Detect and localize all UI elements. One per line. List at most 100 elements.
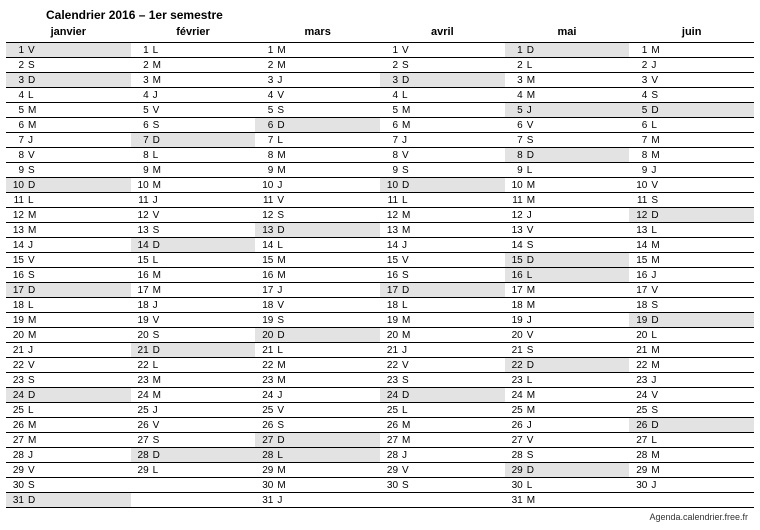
day-number: 12 bbox=[629, 210, 651, 221]
page-title: Calendrier 2016 – 1er semestre bbox=[6, 8, 754, 24]
day-number: 29 bbox=[629, 465, 651, 476]
day-row: 28S bbox=[505, 447, 630, 462]
day-weekday: S bbox=[527, 240, 539, 251]
day-weekday: D bbox=[527, 255, 539, 266]
day-row: 31J bbox=[255, 492, 380, 507]
day-number: 11 bbox=[505, 195, 527, 206]
day-weekday: M bbox=[28, 105, 40, 116]
day-row: 21L bbox=[255, 342, 380, 357]
day-weekday: S bbox=[153, 120, 165, 131]
day-number: 4 bbox=[505, 90, 527, 101]
day-weekday: M bbox=[28, 210, 40, 221]
day-number: 5 bbox=[380, 105, 402, 116]
day-number: 17 bbox=[505, 285, 527, 296]
day-weekday: L bbox=[277, 135, 289, 146]
day-row: 17M bbox=[131, 282, 256, 297]
day-weekday: S bbox=[527, 450, 539, 461]
day-weekday: V bbox=[28, 150, 40, 161]
day-row: 7M bbox=[629, 132, 754, 147]
day-weekday: D bbox=[277, 225, 289, 236]
day-weekday: D bbox=[28, 180, 40, 191]
day-row: 18J bbox=[131, 297, 256, 312]
day-number: 28 bbox=[255, 450, 277, 461]
day-row: 6M bbox=[6, 117, 131, 132]
day-row: 19M bbox=[6, 312, 131, 327]
day-weekday: V bbox=[153, 315, 165, 326]
day-row: 28M bbox=[629, 447, 754, 462]
day-weekday: S bbox=[28, 375, 40, 386]
day-weekday: M bbox=[651, 465, 663, 476]
month-column: février1L2M3M4J5V6S7D8L9M10M11J12V13S14D… bbox=[131, 24, 256, 509]
day-number: 8 bbox=[629, 150, 651, 161]
day-weekday: V bbox=[277, 405, 289, 416]
day-row: 19D bbox=[629, 312, 754, 327]
day-weekday: J bbox=[527, 315, 539, 326]
day-weekday: S bbox=[277, 420, 289, 431]
day-number: 28 bbox=[131, 450, 153, 461]
day-number: 24 bbox=[629, 390, 651, 401]
day-row: 1V bbox=[380, 42, 505, 57]
day-number: 7 bbox=[6, 135, 28, 146]
day-row: 11M bbox=[505, 192, 630, 207]
day-number: 12 bbox=[505, 210, 527, 221]
day-weekday: J bbox=[277, 285, 289, 296]
day-number: 21 bbox=[629, 345, 651, 356]
day-weekday: M bbox=[28, 435, 40, 446]
day-weekday: L bbox=[527, 375, 539, 386]
day-row: 13D bbox=[255, 222, 380, 237]
day-row: 21D bbox=[131, 342, 256, 357]
day-weekday: M bbox=[153, 390, 165, 401]
day-weekday: J bbox=[153, 90, 165, 101]
day-number: 7 bbox=[380, 135, 402, 146]
day-weekday: L bbox=[651, 435, 663, 446]
day-row: 26D bbox=[629, 417, 754, 432]
day-number: 9 bbox=[380, 165, 402, 176]
day-row: 20V bbox=[505, 327, 630, 342]
day-row: 7J bbox=[380, 132, 505, 147]
day-weekday: J bbox=[28, 450, 40, 461]
day-row: 6S bbox=[131, 117, 256, 132]
day-number: 2 bbox=[255, 60, 277, 71]
day-row: 30S bbox=[380, 477, 505, 492]
day-weekday: L bbox=[153, 45, 165, 56]
day-number: 5 bbox=[6, 105, 28, 116]
day-weekday: M bbox=[527, 75, 539, 86]
day-weekday: D bbox=[402, 75, 414, 86]
day-weekday: M bbox=[277, 150, 289, 161]
day-weekday: S bbox=[153, 435, 165, 446]
day-number: 31 bbox=[255, 495, 277, 506]
day-weekday: V bbox=[527, 330, 539, 341]
day-weekday: D bbox=[527, 150, 539, 161]
day-row: 4M bbox=[505, 87, 630, 102]
day-number: 27 bbox=[380, 435, 402, 446]
day-weekday: V bbox=[28, 465, 40, 476]
day-weekday: M bbox=[277, 360, 289, 371]
day-row: 21M bbox=[629, 342, 754, 357]
day-weekday: M bbox=[527, 300, 539, 311]
day-number: 16 bbox=[6, 270, 28, 281]
day-row: 4L bbox=[6, 87, 131, 102]
day-row: 20S bbox=[131, 327, 256, 342]
day-number: 26 bbox=[255, 420, 277, 431]
day-row: 30L bbox=[505, 477, 630, 492]
day-number: 30 bbox=[505, 480, 527, 491]
day-row: 2S bbox=[380, 57, 505, 72]
day-number: 6 bbox=[131, 120, 153, 131]
day-row: 10V bbox=[629, 177, 754, 192]
day-number: 16 bbox=[131, 270, 153, 281]
day-weekday: S bbox=[402, 60, 414, 71]
day-row: 25M bbox=[505, 402, 630, 417]
day-number: 19 bbox=[6, 315, 28, 326]
day-number: 22 bbox=[6, 360, 28, 371]
day-row: 2L bbox=[505, 57, 630, 72]
day-weekday: D bbox=[277, 435, 289, 446]
day-weekday: V bbox=[651, 285, 663, 296]
day-number: 11 bbox=[629, 195, 651, 206]
day-weekday: V bbox=[527, 435, 539, 446]
day-number: 18 bbox=[255, 300, 277, 311]
day-row: 17D bbox=[6, 282, 131, 297]
day-row: 7D bbox=[131, 132, 256, 147]
day-number: 4 bbox=[255, 90, 277, 101]
day-row: 22M bbox=[255, 357, 380, 372]
day-number: 9 bbox=[6, 165, 28, 176]
